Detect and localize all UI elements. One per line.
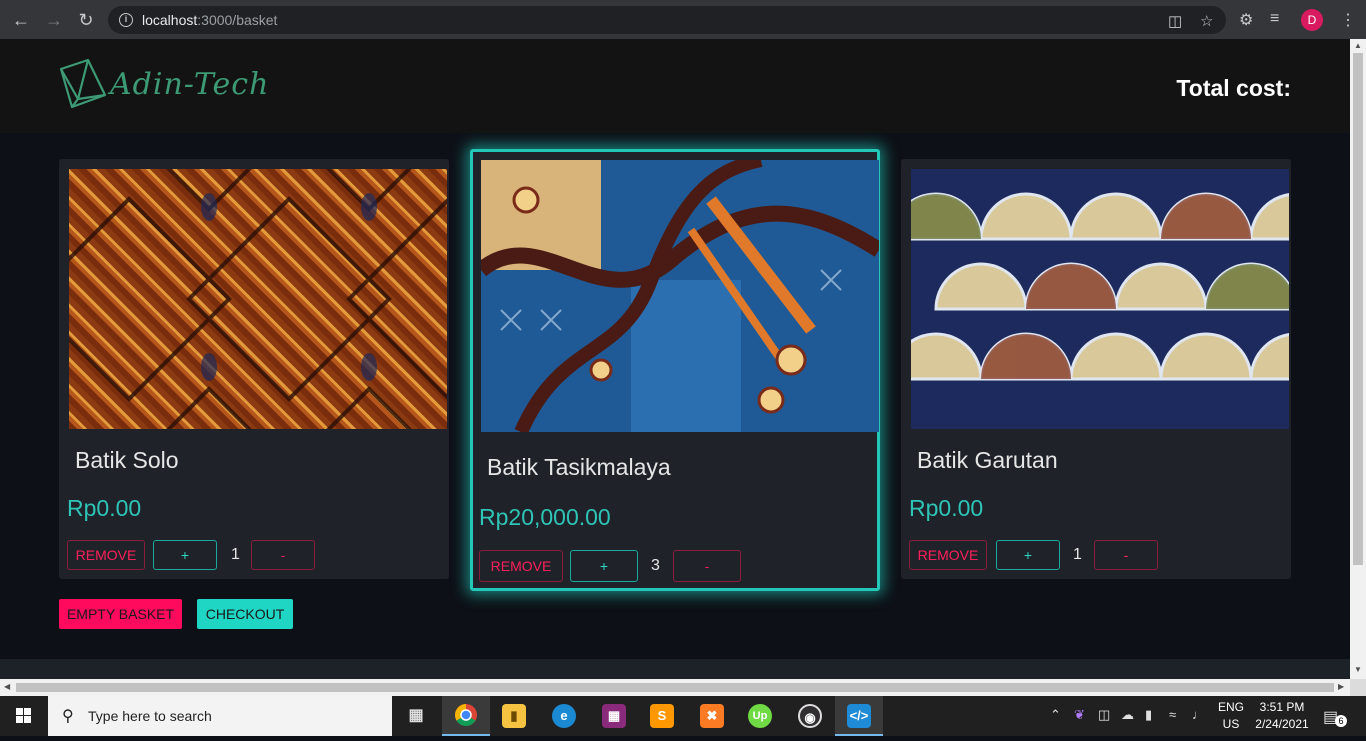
increase-quantity-button[interactable]: + <box>153 540 217 570</box>
horizontal-scrollbar[interactable]: ◀ ▶ <box>0 679 1350 696</box>
decrease-quantity-button[interactable]: - <box>673 550 741 582</box>
product-name: Batik Solo <box>75 447 179 473</box>
decrease-quantity-button[interactable]: - <box>251 540 315 570</box>
bookmark-star-icon[interactable]: ☆ <box>1200 12 1213 30</box>
input-language[interactable]: ENG US <box>1214 699 1248 733</box>
increase-quantity-button[interactable]: + <box>570 550 638 582</box>
chrome-logo-icon <box>455 704 477 726</box>
chrome-icon[interactable] <box>442 696 490 736</box>
horizontal-scroll-thumb[interactable] <box>16 683 1334 692</box>
volume-icon[interactable]: ♩ <box>1192 707 1205 722</box>
back-icon[interactable]: ← <box>10 9 32 31</box>
scroll-right-icon[interactable]: ▶ <box>1338 682 1344 691</box>
page-footer <box>0 659 1350 679</box>
product-price: Rp0.00 <box>909 495 984 521</box>
reload-icon[interactable]: ↻ <box>75 9 97 31</box>
basket-item-card: Batik Solo Rp0.00 REMOVE + 1 - <box>59 159 449 579</box>
logo-text: Adin-Tech <box>110 67 270 102</box>
profile-avatar[interactable]: D <box>1301 9 1323 31</box>
vscode-icon[interactable]: </> <box>835 696 883 736</box>
vertical-scroll-thumb[interactable] <box>1353 53 1363 565</box>
start-button[interactable] <box>0 696 48 736</box>
upwork-icon[interactable]: Up <box>736 696 784 736</box>
scrollbar-corner <box>1350 679 1366 696</box>
battery-icon[interactable]: ▮ <box>1145 707 1152 723</box>
xampp-icon[interactable]: ✖ <box>688 696 736 736</box>
product-price: Rp0.00 <box>67 495 142 521</box>
scroll-down-icon[interactable]: ▼ <box>1354 665 1362 674</box>
batik-pattern-image <box>481 160 879 432</box>
product-name: Batik Garutan <box>917 447 1058 473</box>
obs-icon[interactable]: ◉ <box>786 696 834 736</box>
reading-list-icon[interactable]: ≡ <box>1270 10 1279 28</box>
show-hidden-icons-icon[interactable]: ⌃ <box>1050 707 1061 723</box>
onedrive-icon[interactable]: ☁ <box>1121 707 1134 723</box>
remove-button[interactable]: REMOVE <box>909 540 987 570</box>
meet-now-icon[interactable]: ◫ <box>1098 707 1110 723</box>
increase-quantity-button[interactable]: + <box>996 540 1060 570</box>
site-header: Adin-Tech Total cost: <box>0 39 1350 133</box>
vertical-scrollbar[interactable]: ▲ ▼ <box>1350 39 1366 679</box>
site-info-icon[interactable]: i <box>119 13 133 27</box>
sublime-text-icon[interactable]: S <box>638 696 686 736</box>
file-explorer-icon[interactable]: ▮ <box>490 696 538 736</box>
product-price: Rp20,000.00 <box>479 504 611 530</box>
batik-pattern-image <box>911 169 1289 429</box>
feather-icon[interactable]: ❦ <box>1074 707 1085 723</box>
quantity-value: 1 <box>1073 546 1082 563</box>
wifi-icon[interactable]: ≈ <box>1169 707 1176 722</box>
search-icon: ⚲ <box>62 708 74 725</box>
product-image <box>69 169 447 429</box>
decrease-quantity-button[interactable]: - <box>1094 540 1158 570</box>
taskbar-search[interactable]: ⚲ Type here to search <box>48 696 392 736</box>
quantity-value: 1 <box>231 546 240 563</box>
scroll-up-icon[interactable]: ▲ <box>1354 41 1362 50</box>
remove-button[interactable]: REMOVE <box>67 540 145 570</box>
empty-basket-button[interactable]: EMPTY BASKET <box>59 599 182 629</box>
quantity-value: 3 <box>651 557 660 574</box>
product-name: Batik Tasikmalaya <box>487 454 671 480</box>
winrar-icon[interactable]: ▦ <box>590 696 638 736</box>
forward-icon[interactable]: → <box>43 9 65 31</box>
product-image <box>481 160 879 432</box>
logo[interactable]: Adin-Tech <box>58 57 268 114</box>
remove-button[interactable]: REMOVE <box>479 550 563 582</box>
url-text: localhost:3000/basket <box>142 12 278 28</box>
total-cost-label: Total cost: <box>1176 75 1291 101</box>
system-clock[interactable]: 3:51 PM 2/24/2021 <box>1252 699 1312 733</box>
scroll-left-icon[interactable]: ◀ <box>4 682 10 691</box>
browser-toolbar: ← → ↻ i localhost:3000/basket ◫ ☆ ⚙ ≡ D … <box>0 0 1366 39</box>
search-placeholder: Type here to search <box>88 708 212 724</box>
page-viewport: Adin-Tech Total cost: Batik Solo Rp0.00 … <box>0 39 1350 679</box>
basket-item-card-featured: Batik Tasikmalaya Rp20,000.00 REMOVE + 3… <box>470 149 880 591</box>
translate-icon[interactable]: ◫ <box>1168 12 1182 30</box>
task-view-icon[interactable]: ▦ <box>392 696 440 736</box>
product-image <box>911 169 1289 429</box>
menu-kebab-icon[interactable]: ⋮ <box>1340 10 1356 30</box>
address-bar[interactable]: i localhost:3000/basket ◫ ☆ <box>108 6 1226 34</box>
windows-logo-icon <box>16 708 31 723</box>
checkout-button[interactable]: CHECKOUT <box>197 599 293 629</box>
notification-count-badge: 6 <box>1335 715 1347 727</box>
extensions-icon[interactable]: ⚙ <box>1239 10 1253 30</box>
batik-pattern-image <box>69 169 447 429</box>
windows-taskbar: ⚲ Type here to search ▦ ▮ e ▦ S ✖ Up ◉ <… <box>0 696 1366 736</box>
basket-content: Batik Solo Rp0.00 REMOVE + 1 - Batik Tas… <box>0 133 1350 659</box>
edge-icon[interactable]: e <box>540 696 588 736</box>
basket-item-card: Batik Garutan Rp0.00 REMOVE + 1 - <box>901 159 1291 579</box>
cube-logo-icon <box>59 58 107 109</box>
